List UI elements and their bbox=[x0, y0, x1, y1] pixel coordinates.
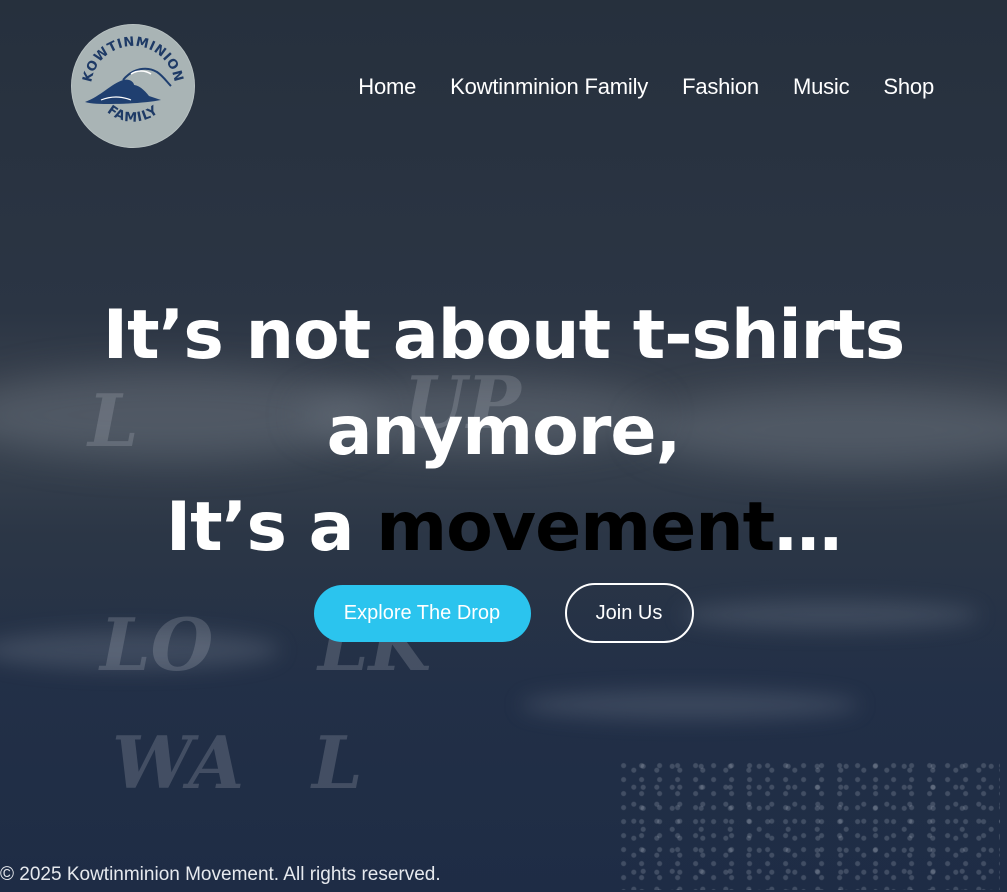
nav-shop[interactable]: Shop bbox=[883, 72, 934, 102]
nav-home[interactable]: Home bbox=[358, 72, 416, 102]
nav-fashion[interactable]: Fashion bbox=[682, 72, 759, 102]
explore-the-drop-button[interactable]: Explore The Drop bbox=[313, 585, 531, 642]
hero-line-2: anymore, bbox=[326, 392, 682, 471]
join-us-button[interactable]: Join Us bbox=[564, 583, 694, 643]
hero-highlight-word: movement bbox=[376, 488, 775, 567]
hero-line-3-suffix: … bbox=[774, 488, 842, 567]
nav-music[interactable]: Music bbox=[793, 72, 850, 102]
brand-logo[interactable]: KOWTINMINION FAMILY bbox=[71, 24, 195, 148]
hero-headline: It’s not about t-shirts anymore, It’s a … bbox=[0, 288, 1007, 576]
main-nav: Home Kowtinminion Family Fashion Music S… bbox=[358, 72, 934, 102]
hero-cta-group: Explore The Drop Join Us bbox=[0, 583, 1007, 643]
wave-icon: KOWTINMINION FAMILY bbox=[72, 25, 194, 147]
footer-copyright: © 2025 Kowtinminion Movement. All rights… bbox=[0, 864, 441, 885]
hero-line-3: It’s a movement… bbox=[0, 480, 1007, 576]
hero-line-1: It’s not about t-shirts bbox=[102, 296, 905, 375]
hero-line-3-prefix: It’s a bbox=[165, 488, 377, 567]
nav-kowtinminion-family[interactable]: Kowtinminion Family bbox=[450, 72, 648, 102]
